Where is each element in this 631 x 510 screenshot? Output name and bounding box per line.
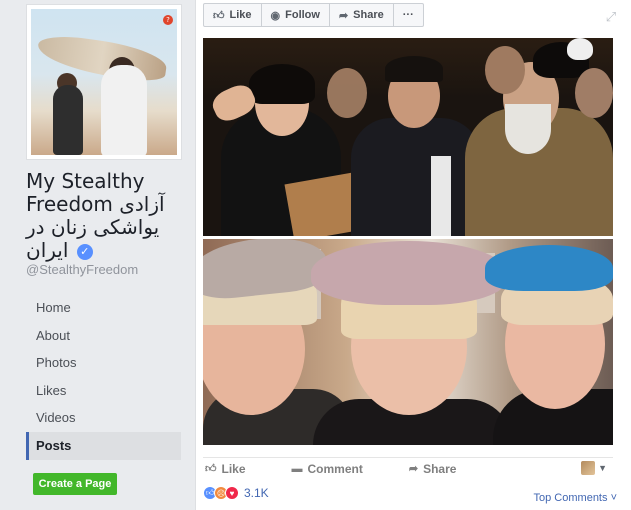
post-panel: 👍︎ Like ◉ Follow ➦ Share ··· ⤢ 👍︎ Like ▬… xyxy=(195,0,631,510)
rss-icon: ◉ xyxy=(270,9,281,22)
create-page-button[interactable]: Create a Page xyxy=(33,473,117,495)
profile-logo: ? xyxy=(163,13,173,27)
page-name-text: My Stealthy Freedom آزادی یواشکی زنان در… xyxy=(26,169,165,262)
comment-sort-dropdown[interactable]: Top Comments ˅ xyxy=(534,492,617,504)
page-like-label: Like xyxy=(229,9,252,21)
page-share-button[interactable]: ➦ Share xyxy=(330,4,394,26)
page-action-bar: 👍︎ Like ◉ Follow ➦ Share ··· xyxy=(203,3,424,27)
left-column: ? My Stealthy Freedom آزادی یواشکی زنان … xyxy=(0,0,195,510)
verified-check-icon: ✓ xyxy=(76,243,93,260)
page-handle[interactable]: @StealthyFreedom xyxy=(26,262,138,277)
reaction-count: 3.1K xyxy=(244,486,269,500)
nav-item-likes[interactable]: Likes xyxy=(26,377,181,405)
post-share-label: Share xyxy=(423,461,457,476)
page-nav: Home About Photos Likes Videos Posts xyxy=(26,294,181,460)
post-comment-label: Comment xyxy=(307,461,363,476)
page-like-button[interactable]: 👍︎ Like xyxy=(204,4,262,26)
avatar xyxy=(581,461,596,475)
thumbs-up-icon: 👍︎ xyxy=(213,9,225,22)
post-share-button[interactable]: ➦ Share xyxy=(409,462,457,476)
chevron-down-icon: ▼ xyxy=(598,463,607,473)
reactions-summary[interactable]: 👍︎ ☹ ♥ 3.1K xyxy=(203,486,269,500)
post-comment-button[interactable]: ▬ Comment xyxy=(292,462,363,476)
comment-bubble-icon: ▬ xyxy=(291,462,303,475)
post-like-label: Like xyxy=(221,461,246,476)
page-share-label: Share xyxy=(353,9,384,21)
more-options-button[interactable]: ··· xyxy=(394,4,423,26)
post-action-bar: 👍︎ Like ▬ Comment ➦ Share ▼ xyxy=(203,457,613,479)
post-like-button[interactable]: 👍︎ Like xyxy=(205,462,246,476)
page-title[interactable]: My Stealthy Freedom آزادی یواشکی زنان در… xyxy=(26,170,186,262)
follow-button[interactable]: ◉ Follow xyxy=(262,4,330,26)
freedom-logo-icon: ? xyxy=(163,15,173,25)
share-arrow-icon: ➦ xyxy=(338,9,349,22)
share-arrow-icon: ➦ xyxy=(408,463,419,475)
comment-sort-label: Top Comments xyxy=(533,492,608,504)
nav-item-about[interactable]: About xyxy=(26,322,181,350)
thumbs-up-icon: 👍︎ xyxy=(205,463,217,475)
love-reaction-icon: ♥ xyxy=(225,486,239,500)
nav-item-posts[interactable]: Posts xyxy=(26,431,181,460)
post-as-selector[interactable]: ▼ xyxy=(581,461,607,475)
profile-photo: ? xyxy=(31,9,177,155)
post-photo-selfie[interactable] xyxy=(203,239,613,445)
expand-icon[interactable]: ⤢ xyxy=(603,9,619,25)
profile-picture[interactable]: ? xyxy=(26,4,182,160)
nav-item-home[interactable]: Home xyxy=(26,294,181,322)
chevron-down-icon: ˅ xyxy=(610,492,617,504)
post-photo-meeting[interactable] xyxy=(203,38,613,236)
nav-item-videos[interactable]: Videos xyxy=(26,404,181,432)
nav-item-photos[interactable]: Photos xyxy=(26,349,181,377)
follow-label: Follow xyxy=(285,9,320,21)
